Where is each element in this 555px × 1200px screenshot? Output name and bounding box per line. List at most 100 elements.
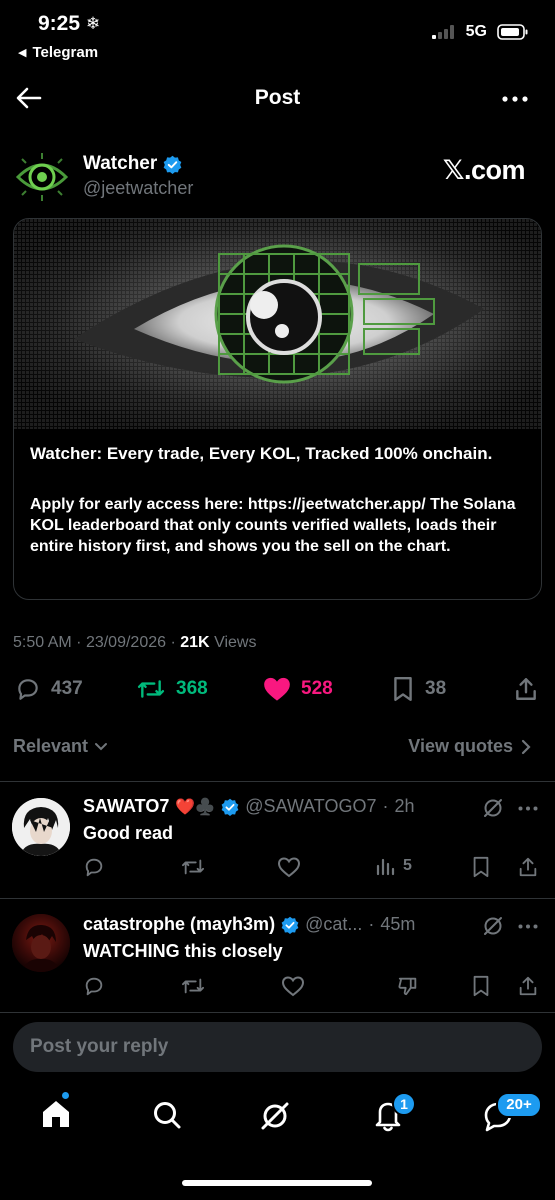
reply-header: SAWATO7 ❤️♣️ @SAWATOGO7 · 2h	[83, 796, 415, 817]
reply-share-button[interactable]	[517, 975, 539, 997]
reply-author-name[interactable]: catastrophe (mayh3m)	[83, 914, 275, 935]
bookmark-count: 38	[425, 678, 447, 699]
post-date: 23/09/2026	[85, 634, 167, 651]
chevron-down-icon	[95, 742, 108, 750]
reply-time: 2h	[394, 796, 415, 816]
verified-badge-icon	[221, 798, 239, 816]
reply-handle[interactable]: @cat...	[305, 914, 362, 935]
repost-icon	[182, 978, 204, 994]
more-options-button[interactable]	[502, 96, 528, 102]
views-count: 21K	[180, 634, 210, 651]
reply-time: 45m	[380, 914, 416, 934]
chevron-right-icon	[521, 739, 531, 754]
tab-messages[interactable]: 20+	[482, 1092, 542, 1132]
author-handle[interactable]: @jeetwatcher	[83, 178, 193, 199]
snowflake-icon: ❄	[86, 14, 101, 33]
grok-icon	[261, 1102, 289, 1130]
tab-grok[interactable]	[259, 1100, 291, 1132]
heart-icon	[281, 976, 305, 997]
back-app-label: Telegram	[32, 44, 99, 61]
repost-count: 368	[176, 678, 208, 699]
reply-reply-button[interactable]	[83, 856, 105, 878]
page-title: Post	[254, 86, 301, 109]
reply-repost-button[interactable]	[181, 856, 205, 878]
grok-button[interactable]	[482, 797, 504, 819]
reply-avatar[interactable]	[12, 798, 70, 856]
reply-more-button[interactable]	[518, 924, 538, 929]
time-text: 9:25	[38, 12, 81, 35]
reply-bookmark-button[interactable]	[471, 975, 491, 997]
reply-avatar[interactable]	[12, 914, 70, 972]
post-actions: 437 368 528 38	[0, 676, 555, 706]
reply-bookmark-button[interactable]	[471, 856, 491, 878]
search-icon	[154, 1102, 181, 1129]
more-icon	[518, 924, 538, 929]
bookmark-button[interactable]: 38	[391, 676, 446, 702]
reply-author-name[interactable]: SAWATO7	[83, 796, 169, 817]
home-indicator	[182, 1180, 372, 1186]
reply-reply-button[interactable]	[83, 975, 105, 997]
view-quotes-link[interactable]: View quotes	[408, 736, 531, 757]
author-name-row[interactable]: Watcher	[83, 153, 182, 175]
network-label: 5G	[465, 23, 487, 40]
dark-red-avatar-image	[12, 914, 70, 972]
bottom-tab-bar: 1 20+	[0, 1090, 555, 1150]
reply-views-button[interactable]: 5	[375, 856, 412, 876]
share-button[interactable]	[513, 676, 539, 702]
sort-dropdown[interactable]: Relevant	[13, 736, 108, 757]
tab-notifications[interactable]: 1	[372, 1092, 416, 1132]
share-icon	[516, 678, 536, 700]
grok-button[interactable]	[482, 915, 504, 937]
card-image	[14, 219, 541, 429]
reply-downvote-button[interactable]	[397, 975, 419, 997]
reply-input[interactable]: Post your reply	[13, 1022, 542, 1072]
reply-text: Good read	[83, 823, 174, 843]
pixel-eye-illustration	[14, 219, 541, 429]
reply-actions	[83, 975, 543, 1001]
views-bar-icon	[376, 858, 395, 876]
post-meta: 5:50 AM · 23/09/2026 · 21K Views	[13, 634, 257, 651]
verified-badge-icon	[163, 155, 182, 174]
reply-icon	[85, 858, 103, 877]
repost-button[interactable]: 368	[136, 676, 208, 702]
link-preview-card[interactable]: Watcher: Every trade, Every KOL, Tracked…	[13, 218, 542, 600]
reply-share-button[interactable]	[517, 856, 539, 878]
views-label: Views	[214, 634, 257, 651]
author-avatar[interactable]	[14, 151, 70, 203]
reply-repost-button[interactable]	[181, 975, 205, 997]
bookmark-icon	[473, 856, 489, 878]
reply-button[interactable]: 437	[15, 676, 83, 702]
view-quotes-label: View quotes	[408, 736, 513, 756]
author-name: Watcher	[83, 153, 158, 174]
reply-header: catastrophe (mayh3m) @cat... · 45m	[83, 914, 416, 935]
bookmark-icon	[473, 975, 489, 997]
status-indicators: 5G	[431, 23, 529, 41]
grok-icon	[484, 799, 502, 817]
repost-icon	[182, 859, 204, 875]
like-count: 528	[301, 678, 333, 699]
reply-like-button[interactable]	[277, 856, 301, 878]
share-icon	[519, 857, 537, 877]
heart-filled-icon	[264, 677, 290, 701]
back-to-app-link[interactable]: ◀ Telegram	[18, 44, 98, 61]
reply-count: 437	[51, 678, 83, 699]
reply-handle[interactable]: @SAWATOGO7	[245, 796, 376, 817]
reply-placeholder: Post your reply	[30, 1036, 169, 1057]
reply-like-button[interactable]	[281, 975, 305, 997]
home-new-dot	[62, 1092, 69, 1099]
divider	[0, 898, 555, 899]
tab-home[interactable]	[40, 1092, 72, 1130]
reply-icon	[85, 977, 103, 996]
bookmark-icon	[394, 676, 412, 702]
thumbs-down-icon	[398, 977, 417, 996]
divider	[0, 781, 555, 782]
like-button[interactable]: 528	[263, 676, 333, 702]
card-description: Apply for early access here: https://jee…	[30, 496, 516, 555]
home-icon	[43, 1101, 69, 1127]
tab-search[interactable]	[152, 1100, 182, 1130]
source-label: 𝕏.com	[442, 155, 526, 185]
post-time: 5:50 AM	[13, 634, 72, 651]
sort-label: Relevant	[13, 736, 89, 756]
reply-view-count: 5	[403, 857, 412, 874]
reply-more-button[interactable]	[518, 806, 538, 811]
